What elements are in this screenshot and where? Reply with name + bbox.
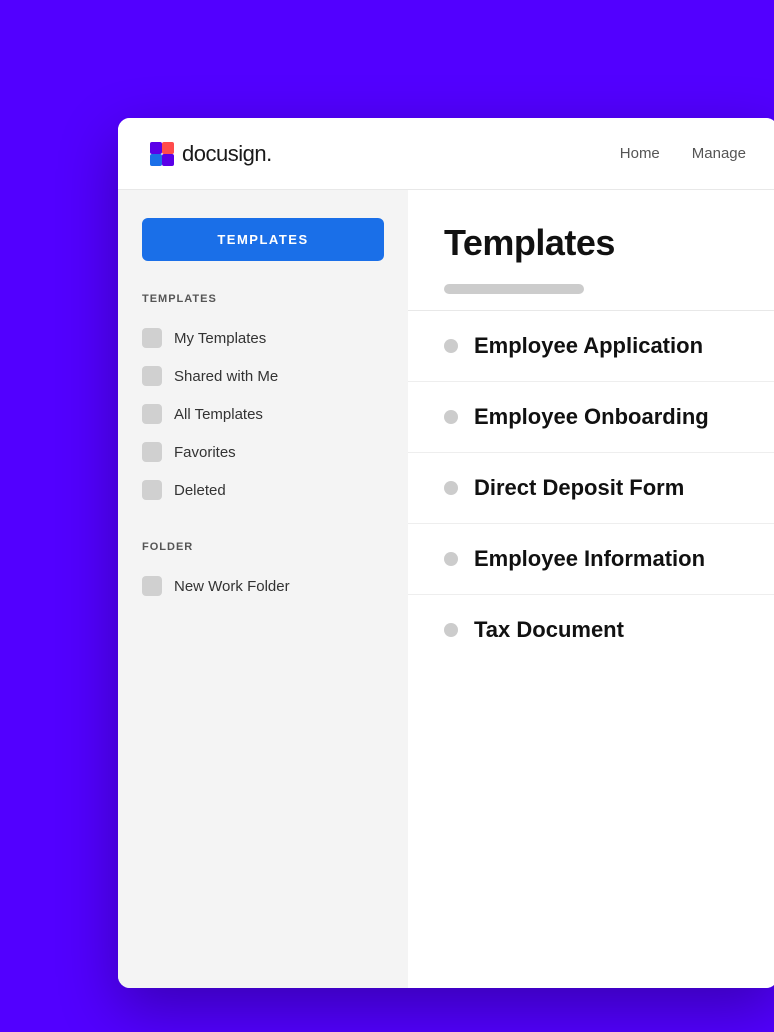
- my-templates-icon: [142, 328, 162, 348]
- template-item-employee-information[interactable]: Employee Information: [408, 524, 774, 595]
- sidebar-item-deleted[interactable]: Deleted: [142, 471, 384, 509]
- search-bar-container: [408, 284, 774, 311]
- nav-manage[interactable]: Manage: [692, 145, 746, 162]
- template-name: Tax Document: [474, 617, 624, 643]
- new-work-folder-icon: [142, 576, 162, 596]
- template-dot: [444, 339, 458, 353]
- docusign-logo-icon: [150, 142, 174, 166]
- sidebar-item-my-templates[interactable]: My Templates: [142, 319, 384, 357]
- template-item-tax-document[interactable]: Tax Document: [408, 595, 774, 665]
- shared-with-me-icon: [142, 366, 162, 386]
- favorites-label: Favorites: [174, 444, 236, 461]
- logo-text: docusign.: [182, 141, 272, 167]
- search-bar[interactable]: [444, 284, 584, 294]
- sidebar-folder-list: New Work Folder: [142, 567, 384, 605]
- content-header: Templates: [408, 190, 774, 284]
- favorites-icon: [142, 442, 162, 462]
- sidebar-section-templates-title: TEMPLATES: [142, 293, 384, 305]
- template-dot: [444, 481, 458, 495]
- template-name: Employee Application: [474, 333, 703, 359]
- new-work-folder-label: New Work Folder: [174, 578, 290, 595]
- deleted-icon: [142, 480, 162, 500]
- sidebar-section-folder-title: FOLDER: [142, 541, 384, 553]
- template-name: Employee Information: [474, 546, 705, 572]
- app-container: docusign. Home Manage TEMPLATES TEMPLATE…: [118, 118, 774, 988]
- sidebar-item-favorites[interactable]: Favorites: [142, 433, 384, 471]
- template-item-employee-application[interactable]: Employee Application: [408, 311, 774, 382]
- sidebar-item-shared-with-me[interactable]: Shared with Me: [142, 357, 384, 395]
- template-dot: [444, 410, 458, 424]
- sidebar: TEMPLATES TEMPLATES My Templates Shared …: [118, 190, 408, 988]
- template-item-direct-deposit-form[interactable]: Direct Deposit Form: [408, 453, 774, 524]
- my-templates-label: My Templates: [174, 330, 266, 347]
- nav-home[interactable]: Home: [620, 145, 660, 162]
- deleted-label: Deleted: [174, 482, 226, 499]
- sidebar-item-all-templates[interactable]: All Templates: [142, 395, 384, 433]
- nav-links: Home Manage: [620, 145, 746, 162]
- sidebar-template-list: My Templates Shared with Me All Template…: [142, 319, 384, 509]
- page-title: Templates: [444, 222, 742, 264]
- templates-button[interactable]: TEMPLATES: [142, 218, 384, 261]
- template-name: Employee Onboarding: [474, 404, 709, 430]
- sidebar-item-new-work-folder[interactable]: New Work Folder: [142, 567, 384, 605]
- template-dot: [444, 623, 458, 637]
- header: docusign. Home Manage: [118, 118, 774, 190]
- template-item-employee-onboarding[interactable]: Employee Onboarding: [408, 382, 774, 453]
- shared-with-me-label: Shared with Me: [174, 368, 278, 385]
- all-templates-label: All Templates: [174, 406, 263, 423]
- content-area: Templates Employee Application Employee …: [408, 190, 774, 988]
- logo-container: docusign.: [150, 141, 620, 167]
- main-content: TEMPLATES TEMPLATES My Templates Shared …: [118, 190, 774, 988]
- template-list: Employee Application Employee Onboarding…: [408, 311, 774, 665]
- template-dot: [444, 552, 458, 566]
- all-templates-icon: [142, 404, 162, 424]
- template-name: Direct Deposit Form: [474, 475, 684, 501]
